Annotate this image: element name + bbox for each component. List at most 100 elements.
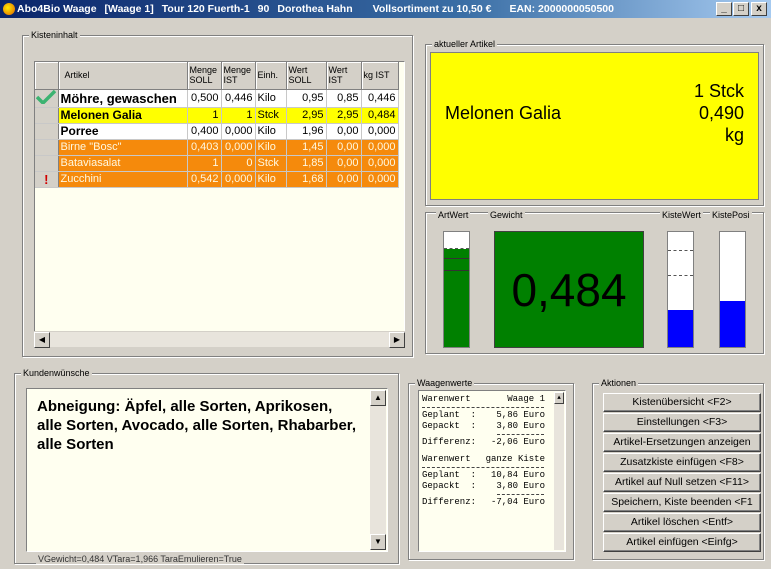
gauge-tick bbox=[444, 248, 469, 249]
cell-qty-actual: 0,000 bbox=[221, 139, 256, 156]
block1-planned-value: 5,86 Euro bbox=[496, 410, 545, 420]
cell-unit: Kilo bbox=[255, 171, 287, 188]
art-value-gauge bbox=[443, 231, 470, 348]
cell-article: Porree bbox=[58, 123, 188, 140]
column-header-kg-actual[interactable]: kg IST bbox=[361, 62, 399, 90]
block1-scope: Waage 1 bbox=[507, 394, 545, 404]
table-row[interactable]: Möhre, gewaschen 0,500 0,446 Kilo 0,95 0… bbox=[35, 89, 399, 108]
cell-value-actual: 0,85 bbox=[326, 89, 362, 108]
weight-display: 0,484 bbox=[494, 231, 644, 348]
table-row[interactable]: ! Zucchini 0,542 0,000 Kilo 1,68 0,00 0,… bbox=[35, 171, 399, 188]
scroll-left-arrow-icon[interactable]: ◀ bbox=[34, 332, 50, 348]
settings-button[interactable]: Einstellungen <F3> bbox=[603, 413, 761, 432]
art-value-legend: ArtWert bbox=[436, 209, 471, 221]
customer-wishes-legend: Kundenwünsche bbox=[21, 367, 92, 379]
column-header-value-actual[interactable]: Wert IST bbox=[326, 62, 362, 90]
grid-horizontal-scrollbar[interactable]: ◀ ▶ bbox=[34, 331, 405, 348]
app-title: Abo4Bio Waage bbox=[17, 3, 97, 15]
close-button[interactable]: x bbox=[751, 2, 767, 16]
ean-label: EAN: 2000000050500 bbox=[509, 3, 614, 15]
cell-qty-target: 0,400 bbox=[187, 123, 222, 140]
cell-article: Bataviasalat bbox=[58, 155, 188, 172]
tour-number: 90 bbox=[257, 3, 270, 15]
add-extra-box-button[interactable]: Zusatzkiste einfügen <F8> bbox=[603, 453, 761, 472]
block2-packed-label: Gepackt : bbox=[422, 481, 477, 491]
customer-wishes-text: Abneigung: Äpfel, alle Sorten, Aprikosen… bbox=[37, 398, 356, 453]
cell-qty-target: 1 bbox=[187, 155, 222, 172]
current-article-name: Melonen Galia bbox=[445, 103, 562, 123]
box-value-fill bbox=[668, 310, 693, 347]
cell-qty-actual: 1 bbox=[221, 107, 256, 124]
scroll-right-arrow-icon[interactable]: ▶ bbox=[389, 332, 405, 348]
column-header-unit[interactable]: Einh. bbox=[255, 62, 287, 90]
table-row[interactable]: Birne "Bosc" 0,403 0,000 Kilo 1,45 0,00 … bbox=[35, 139, 399, 156]
cell-kg: 0,000 bbox=[361, 139, 399, 156]
scroll-down-arrow-icon[interactable]: ▼ bbox=[370, 534, 386, 550]
block1-label: Warenwert bbox=[422, 394, 471, 404]
column-header-qty-target[interactable]: Menge SOLL bbox=[187, 62, 222, 90]
save-finish-box-button[interactable]: Speichern, Kiste beenden <F1 bbox=[603, 493, 761, 512]
scale-values-legend: Waagenwerte bbox=[415, 377, 475, 389]
box-content-grid[interactable]: Artikel Menge SOLL Menge IST Einh. Wert … bbox=[34, 61, 405, 346]
cell-value-actual: 0,00 bbox=[326, 123, 362, 140]
gauge-tick bbox=[668, 275, 693, 276]
gauge-tick bbox=[444, 258, 469, 259]
column-header-qty-actual[interactable]: Menge IST bbox=[221, 62, 256, 90]
set-article-zero-button[interactable]: Artikel auf Null setzen <F11> bbox=[603, 473, 761, 492]
weight-legend: Gewicht bbox=[488, 209, 525, 221]
scale-values-scrollbar[interactable]: ▲ bbox=[554, 392, 564, 550]
delete-article-button[interactable]: Artikel löschen <Entf> bbox=[603, 513, 761, 532]
block1-diff-label: Differenz: bbox=[422, 437, 477, 447]
table-row[interactable]: Porree 0,400 0,000 Kilo 1,96 0,00 0,000 bbox=[35, 123, 399, 140]
cell-value-target: 1,96 bbox=[286, 123, 327, 140]
cell-qty-target: 0,542 bbox=[187, 171, 222, 188]
row-indicator bbox=[35, 123, 59, 140]
box-value-gauge bbox=[667, 231, 694, 348]
gauge-tick bbox=[444, 270, 469, 271]
cell-article: Möhre, gewaschen bbox=[58, 89, 188, 108]
cell-qty-target: 0,500 bbox=[187, 89, 222, 108]
block2-planned-value: 10,84 Euro bbox=[490, 470, 545, 480]
app-icon bbox=[3, 3, 15, 15]
customer-wishes-box[interactable]: Abneigung: Äpfel, alle Sorten, Aprikosen… bbox=[26, 388, 388, 552]
station-label: [Waage 1] bbox=[104, 3, 154, 15]
block1-packed-value: 3,80 Euro bbox=[496, 421, 545, 431]
separator bbox=[422, 467, 544, 468]
assortment-label: Vollsortiment zu 10,50 € bbox=[372, 3, 492, 15]
cell-value-target: 0,95 bbox=[286, 89, 327, 108]
cell-unit: Kilo bbox=[255, 89, 287, 108]
title-bar: Abo4Bio Waage [Waage 1] Tour 120 Fuerth-… bbox=[0, 0, 771, 18]
minimize-button[interactable]: _ bbox=[716, 2, 732, 16]
table-row[interactable]: Bataviasalat 1 0 Stck 1,85 0,00 0,000 bbox=[35, 155, 399, 172]
scale-values-box[interactable]: Warenwert Waage 1 Geplant : 5,86 Euro Gepa… bbox=[418, 390, 566, 552]
row-indicator-header bbox=[35, 62, 59, 90]
column-header-article[interactable]: Artikel bbox=[58, 62, 188, 90]
column-header-value-target[interactable]: Wert SOLL bbox=[286, 62, 327, 90]
actions-legend: Aktionen bbox=[599, 377, 639, 389]
customer-wishes-scrollbar[interactable]: ▲ ▼ bbox=[370, 390, 386, 550]
maximize-button[interactable]: □ bbox=[733, 2, 749, 16]
block2-packed-value: 3,80 Euro bbox=[496, 481, 545, 491]
cell-kg: 0,446 bbox=[361, 89, 399, 108]
cell-qty-actual: 0 bbox=[221, 155, 256, 172]
cell-value-actual: 0,00 bbox=[326, 139, 362, 156]
art-value-fill bbox=[444, 249, 469, 347]
cell-unit: Stck bbox=[255, 107, 287, 124]
scroll-up-arrow-icon[interactable]: ▲ bbox=[554, 392, 564, 404]
show-replacements-button[interactable]: Artikel-Ersetzungen anzeigen bbox=[603, 433, 761, 452]
cell-value-actual: 0,00 bbox=[326, 171, 362, 188]
separator bbox=[422, 407, 544, 408]
block1-packed-label: Gepackt : bbox=[422, 421, 477, 431]
insert-article-button[interactable]: Artikel einfügen <Einfg> bbox=[603, 533, 761, 552]
row-indicator bbox=[35, 155, 59, 172]
checkmark-icon bbox=[35, 89, 59, 108]
box-overview-button[interactable]: Kistenübersicht <F2> bbox=[603, 393, 761, 412]
cell-article: Birne "Bosc" bbox=[58, 139, 188, 156]
scroll-up-arrow-icon[interactable]: ▲ bbox=[370, 390, 386, 406]
block2-label: Warenwert bbox=[422, 454, 471, 464]
cell-kg: 0,000 bbox=[361, 155, 399, 172]
cell-value-actual: 2,95 bbox=[326, 107, 362, 124]
grid-header: Artikel Menge SOLL Menge IST Einh. Wert … bbox=[35, 62, 399, 90]
current-article-quantity: 1 Stck bbox=[693, 81, 744, 101]
table-row[interactable]: Melonen Galia 1 1 Stck 2,95 2,95 0,484 bbox=[35, 107, 399, 124]
